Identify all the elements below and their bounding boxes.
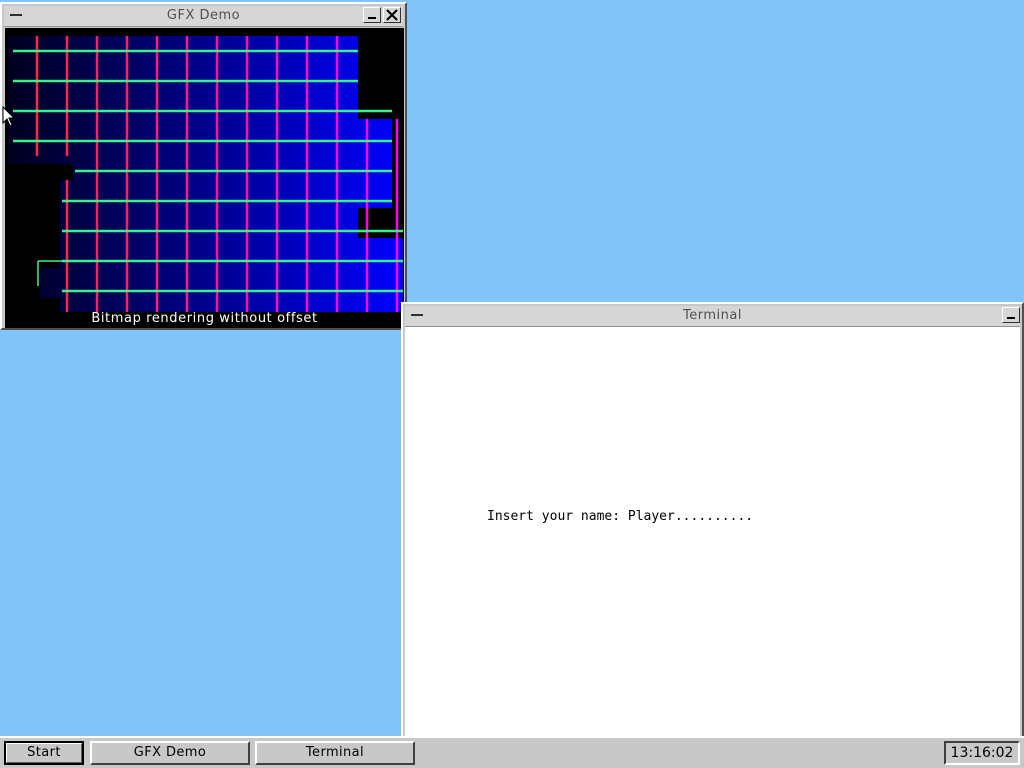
window-title: Terminal: [683, 308, 742, 323]
start-label: Start: [6, 743, 82, 763]
close-button[interactable]: [383, 7, 401, 23]
start-button[interactable]: Start: [4, 741, 84, 765]
gfx-titlebar[interactable]: GFX Demo: [4, 6, 403, 27]
terminal-titlebar[interactable]: Terminal: [405, 306, 1020, 327]
task-label: GFX Demo: [133, 745, 207, 760]
minimize-button[interactable]: [1002, 307, 1020, 323]
gfx-caption: Bitmap rendering without offset: [91, 311, 318, 326]
terminal-content[interactable]: Insert your name: Player..........: [405, 327, 1020, 736]
terminal-prompt: Insert your name: Player..........: [487, 509, 754, 524]
minimize-button[interactable]: [363, 7, 381, 23]
mouse-cursor-icon: [2, 106, 16, 127]
terminal-window[interactable]: Terminal Insert your name: Player.......…: [401, 302, 1024, 738]
window-title: GFX Demo: [166, 8, 241, 23]
taskbar: Start GFX Demo Terminal 13:16:02: [0, 736, 1024, 768]
close-icon: [386, 9, 398, 21]
bitmap-render: [8, 36, 403, 312]
gfx-demo-window[interactable]: GFX Demo Bitmap rendering without offset: [0, 2, 407, 330]
gfx-canvas: Bitmap rendering without offset: [5, 28, 404, 328]
task-label: Terminal: [305, 745, 365, 760]
clock: 13:16:02: [944, 741, 1020, 765]
task-terminal[interactable]: Terminal: [255, 741, 415, 765]
task-gfx-demo[interactable]: GFX Demo: [90, 741, 250, 765]
